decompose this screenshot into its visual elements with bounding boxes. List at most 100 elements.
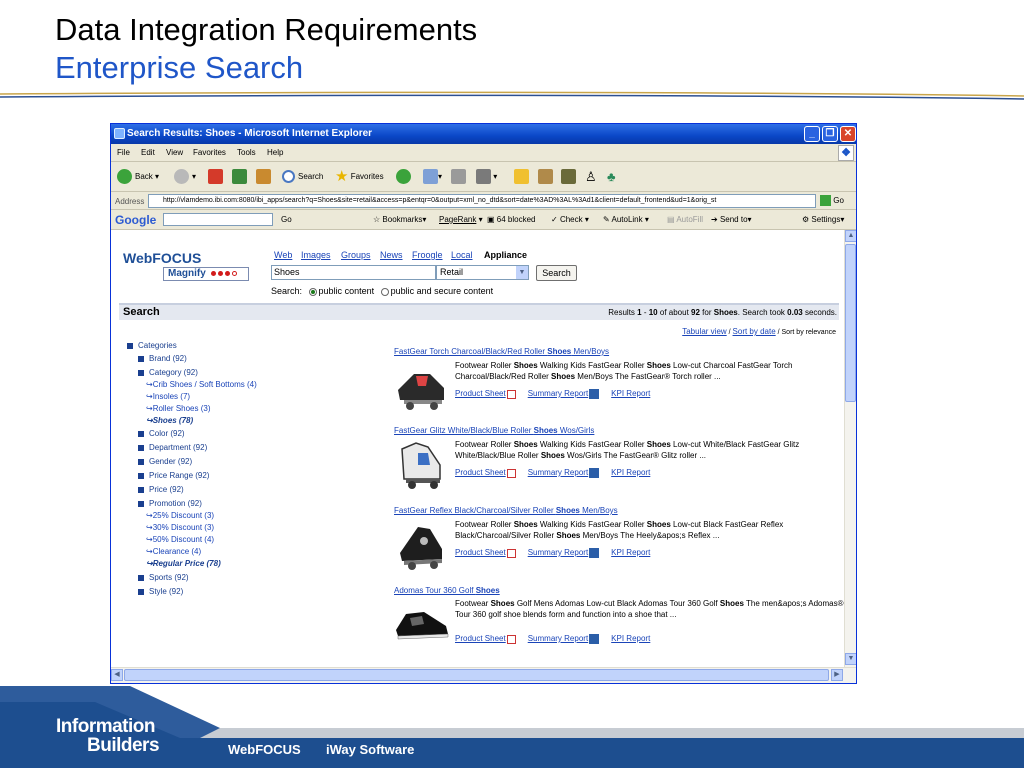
scroll-down-icon[interactable]: ▼ [845, 653, 856, 665]
scope-public-radio[interactable] [308, 287, 317, 296]
autofill-button[interactable]: ▤ AutoFill [667, 215, 703, 224]
related-button[interactable]: ♣ [607, 168, 616, 186]
research-button[interactable] [538, 168, 553, 186]
kpi-report-link[interactable]: KPI Report [611, 634, 650, 643]
menu-edit[interactable]: Edit [141, 148, 155, 157]
summary-report-link[interactable]: Summary Report [528, 634, 588, 643]
scroll-right-icon[interactable]: ▶ [831, 669, 843, 681]
horizontal-scrollbar[interactable]: ◀ ▶ [111, 667, 856, 683]
search-button[interactable]: Search [536, 265, 577, 281]
sendto-button[interactable]: ➔ Send to▾ [711, 215, 752, 224]
back-button[interactable]: Back ▾ [117, 168, 159, 186]
product-sheet-link[interactable]: Product Sheet [455, 389, 506, 398]
expand-icon [138, 355, 144, 362]
spellcheck-button[interactable]: ✓ Check ▾ [551, 215, 589, 224]
promotion-30-discount[interactable]: ↪30% Discount (3) [146, 523, 214, 532]
stop-button[interactable] [208, 168, 223, 186]
sort-by-date-link[interactable]: Sort by date [733, 327, 776, 336]
collection-select[interactable]: Retail ▼ [436, 265, 529, 280]
tab-froogle[interactable]: Froogle [412, 250, 443, 260]
menu-file[interactable]: File [117, 148, 130, 157]
maximize-button[interactable]: ❐ [822, 126, 838, 142]
search-toolbar-button[interactable]: Search [282, 168, 323, 186]
category-brand[interactable]: Brand (92) [138, 354, 187, 363]
summary-report-link[interactable]: Summary Report [528, 468, 588, 477]
bookmarks-button[interactable]: ☆ Bookmarks▾ [373, 215, 426, 224]
window-titlebar[interactable]: Search Results: Shoes - Microsoft Intern… [111, 124, 856, 144]
tab-groups[interactable]: Groups [341, 250, 371, 260]
kpi-report-link[interactable]: KPI Report [611, 548, 650, 557]
tab-appliance[interactable]: Appliance [484, 250, 527, 260]
excel-icon [589, 468, 600, 478]
vertical-scrollbar[interactable]: ▲ ▼ [844, 230, 856, 667]
close-button[interactable]: ✕ [840, 126, 856, 142]
category-color[interactable]: Color (92) [138, 429, 185, 438]
summary-report-link[interactable]: Summary Report [528, 389, 588, 398]
promotion-50-discount[interactable]: ↪50% Discount (4) [146, 535, 214, 544]
category-style[interactable]: Style (92) [138, 587, 183, 596]
settings-button[interactable]: ⚙ Settings▾ [802, 215, 844, 224]
horizontal-scroll-thumb[interactable] [124, 669, 829, 681]
search-query-input[interactable]: Shoes [271, 265, 436, 280]
tabular-view-link[interactable]: Tabular view [682, 327, 726, 336]
subcategory-crib-shoes[interactable]: ↪Crib Shoes / Soft Bottoms (4) [146, 380, 257, 389]
home-button[interactable] [256, 168, 271, 186]
menu-view[interactable]: View [166, 148, 183, 157]
popup-blocked-button[interactable]: ▣ 64 blocked [487, 215, 535, 224]
promotion-clearance[interactable]: ↪Clearance (4) [146, 547, 201, 556]
product-sheet-link[interactable]: Product Sheet [455, 634, 506, 643]
menu-tools[interactable]: Tools [237, 148, 256, 157]
subcategory-shoes[interactable]: ↪Shoes (78) [146, 416, 193, 425]
minimize-button[interactable]: _ [804, 126, 820, 142]
result-title-3[interactable]: FastGear Reflex Black/Charcoal/Silver Ro… [394, 506, 618, 515]
google-go-button[interactable]: Go [281, 215, 292, 224]
category-price[interactable]: Price (92) [138, 485, 184, 494]
category-gender[interactable]: Gender (92) [138, 457, 192, 466]
promotion-25-discount[interactable]: ↪25% Discount (3) [146, 511, 214, 520]
vertical-scroll-thumb[interactable] [845, 244, 856, 402]
address-go-button[interactable]: Go [820, 194, 844, 208]
tab-news[interactable]: News [380, 250, 403, 260]
forward-button[interactable]: ▾ [174, 168, 196, 186]
tab-local[interactable]: Local [451, 250, 473, 260]
autolink-button[interactable]: ✎ AutoLink ▾ [603, 215, 649, 224]
summary-report-link[interactable]: Summary Report [528, 548, 588, 557]
scope-secure-radio[interactable] [380, 287, 389, 296]
category-category[interactable]: Category (92) [138, 368, 198, 377]
category-promotion[interactable]: Promotion (92) [138, 499, 202, 508]
product-sheet-link[interactable]: Product Sheet [455, 548, 506, 557]
history-button[interactable] [396, 168, 414, 186]
messenger-button[interactable] [561, 168, 576, 186]
window-title: Search Results: Shoes - Microsoft Intern… [127, 128, 373, 139]
menu-bar: File Edit View Favorites Tools Help ❖ [111, 144, 856, 162]
kpi-report-link[interactable]: KPI Report [611, 389, 650, 398]
promotion-regular-price[interactable]: ↪Regular Price (78) [146, 559, 221, 568]
result-title-1[interactable]: FastGear Torch Charcoal/Black/Red Roller… [394, 347, 609, 356]
subcategory-roller-shoes[interactable]: ↪Roller Shoes (3) [146, 404, 211, 413]
category-price-range[interactable]: Price Range (92) [138, 471, 209, 480]
scroll-left-icon[interactable]: ◀ [111, 669, 123, 681]
google-search-input[interactable] [163, 213, 273, 226]
scroll-up-icon[interactable]: ▲ [845, 230, 856, 242]
favorites-toolbar-button[interactable]: ★ Favorites [335, 168, 384, 186]
menu-help[interactable]: Help [267, 148, 283, 157]
refresh-button[interactable] [232, 168, 247, 186]
tab-images[interactable]: Images [301, 250, 331, 260]
google-toolbar: Google Go ☆ Bookmarks▾ PageRank ▾ ▣ 64 b… [111, 210, 856, 230]
edit-button[interactable]: ▾ [476, 168, 497, 186]
category-department[interactable]: Department (92) [138, 443, 207, 452]
mail-button[interactable]: ▾ [423, 168, 442, 186]
print-button[interactable] [451, 168, 466, 186]
product-sheet-link[interactable]: Product Sheet [455, 468, 506, 477]
category-sports[interactable]: Sports (92) [138, 573, 189, 582]
menu-favorites[interactable]: Favorites [193, 148, 226, 157]
tab-web[interactable]: Web [274, 250, 292, 260]
categories-root[interactable]: Categories [127, 341, 177, 350]
address-input[interactable]: http://vlamdemo.ibi.com:8080/ibi_apps/se… [148, 194, 816, 208]
kpi-report-link[interactable]: KPI Report [611, 468, 650, 477]
discuss-button[interactable]: ♙ [585, 168, 597, 186]
result-title-2[interactable]: FastGear Glitz White/Black/Blue Roller S… [394, 426, 594, 435]
result-title-4[interactable]: Adomas Tour 360 Golf Shoes [394, 586, 500, 595]
subcategory-insoles[interactable]: ↪Insoles (7) [146, 392, 190, 401]
folder-button[interactable] [514, 168, 529, 186]
